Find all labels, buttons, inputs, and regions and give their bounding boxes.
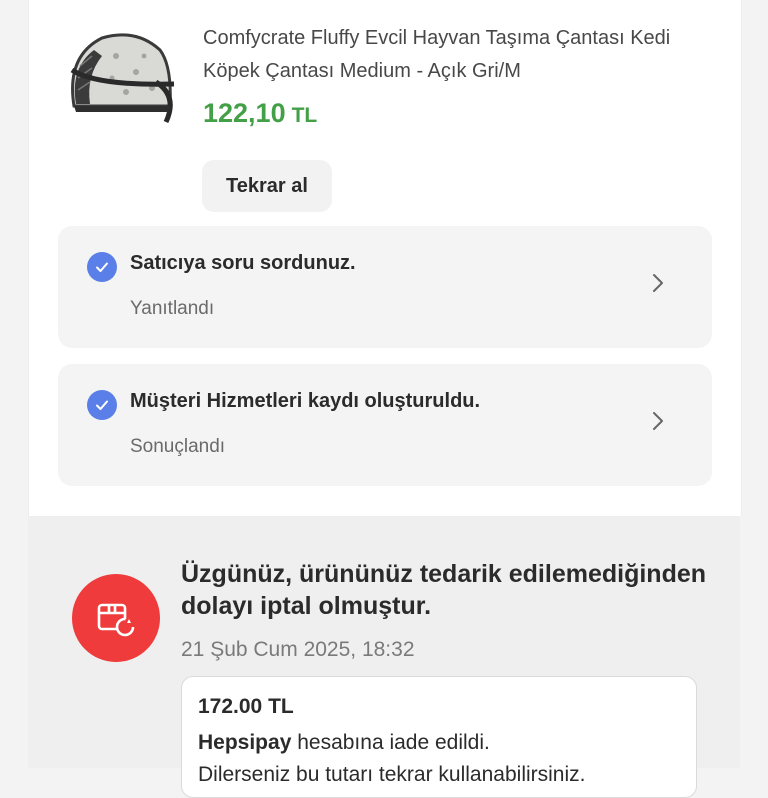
- chevron-right-icon: [650, 272, 666, 294]
- right-gutter: [740, 0, 768, 768]
- price-currency: TL: [291, 104, 318, 127]
- cancellation-date: 21 Şub Cum 2025, 18:32: [181, 638, 415, 661]
- status-subtitle: Yanıtlandı: [130, 298, 215, 319]
- status-subtitle: Sonuçlandı: [130, 436, 226, 457]
- status-card-seller-question[interactable]: Satıcıya soru sordunuz. Yanıtlandı: [58, 226, 712, 348]
- refund-more-text: Dilerseniz bu tutarı tekrar kullanabilir…: [198, 763, 586, 786]
- refund-provider: Hepsipay: [198, 731, 292, 754]
- product-image[interactable]: [56, 26, 178, 126]
- chevron-right-icon: [650, 410, 666, 432]
- product-price: 122,10 TL: [203, 98, 317, 129]
- refund-amount: 172.00 TL: [198, 695, 294, 718]
- cancellation-title: Üzgünüz, ürününüz tedarik edilemediğinde…: [181, 560, 707, 620]
- refund-text: hesabına iade edildi.: [291, 731, 490, 754]
- refund-info-box: 172.00 TL Hepsipay hesabına iade edildi.…: [181, 676, 697, 798]
- rebuy-button[interactable]: Tekrar al: [202, 160, 332, 212]
- box-refresh-icon: [72, 574, 160, 662]
- status-title: Müşteri Hizmetleri kaydı oluşturuldu.: [130, 390, 481, 412]
- product-name[interactable]: Comfycrate Fluffy Evcil Hayvan Taşıma Ça…: [203, 22, 723, 88]
- status-title: Satıcıya soru sordunuz.: [130, 252, 356, 274]
- check-circle-icon: [87, 252, 117, 282]
- price-value: 122,10: [203, 98, 286, 128]
- check-circle-icon: [87, 390, 117, 420]
- left-gutter: [0, 0, 28, 768]
- status-card-customer-service[interactable]: Müşteri Hizmetleri kaydı oluşturuldu. So…: [58, 364, 712, 486]
- refund-message: Hepsipay hesabına iade edildi.: [198, 731, 490, 755]
- pet-carrier-bag-image: [70, 33, 175, 124]
